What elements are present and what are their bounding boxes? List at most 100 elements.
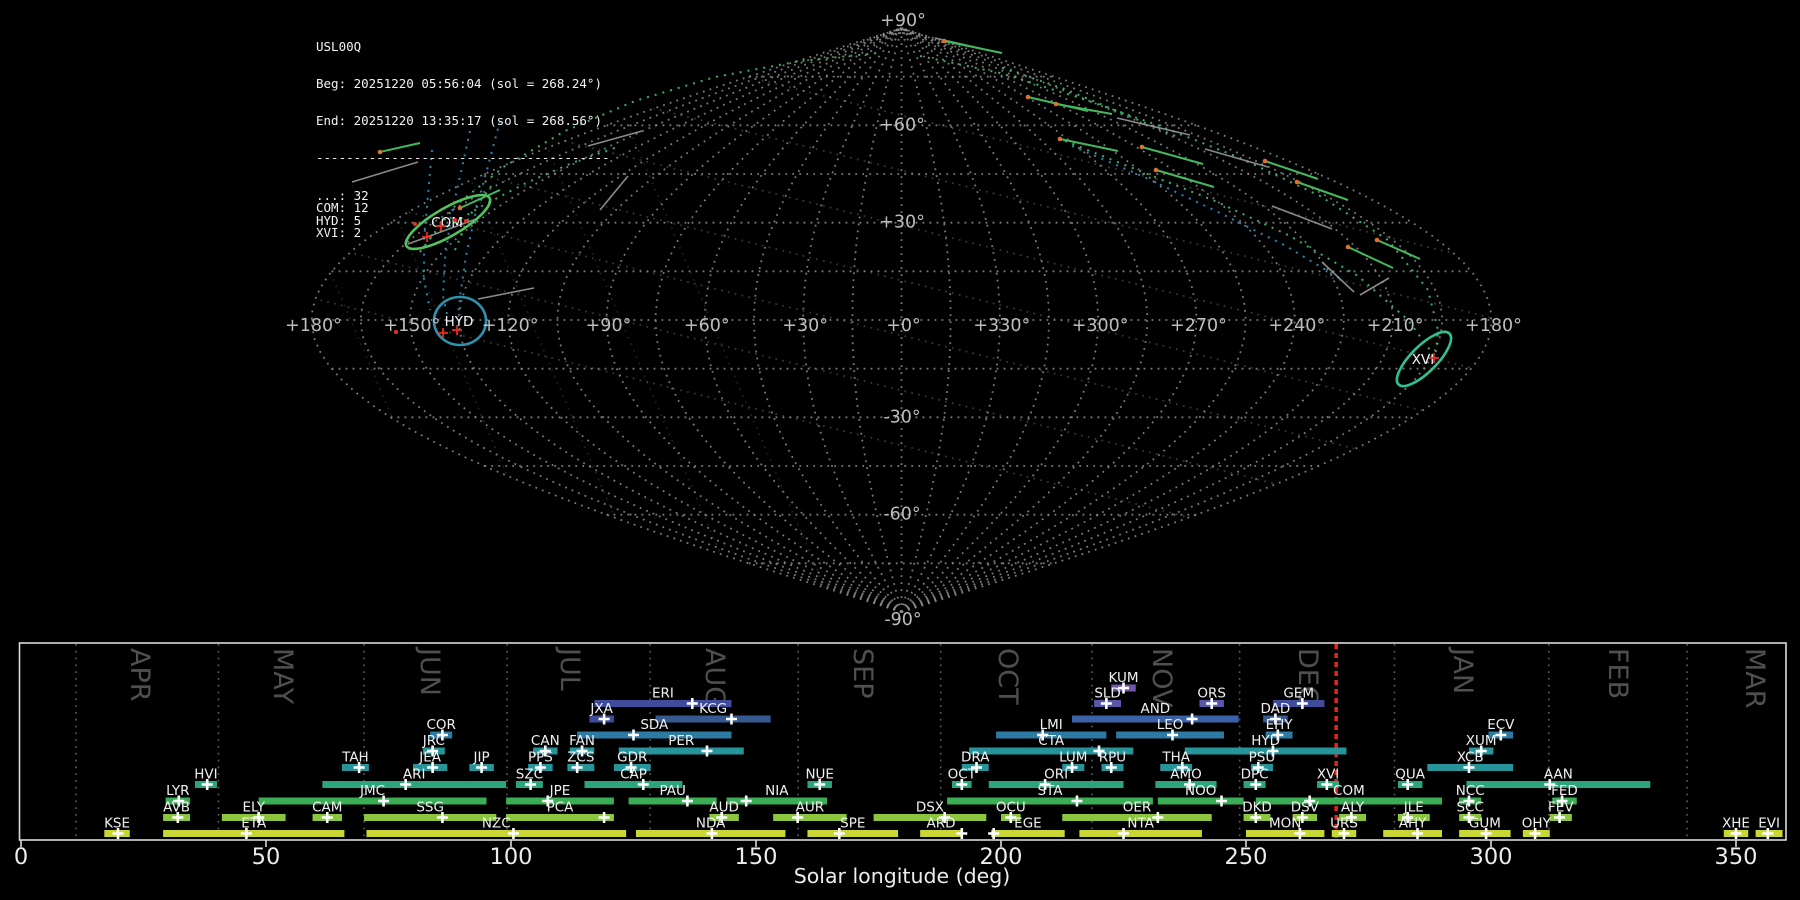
month-label-APR: APR (124, 648, 155, 702)
shower-label-NZC: NZC (482, 816, 511, 832)
grid-secondary-line (311, 239, 1492, 541)
month-label-JUN: JUN (414, 646, 445, 696)
shower-label-PPS: PPS (528, 750, 553, 766)
shower-label-LYR: LYR (166, 783, 189, 799)
month-label-FEB: FEB (1602, 648, 1633, 699)
shower-label-CAN: CAN (531, 733, 560, 749)
activity-timeline: APR MAY JUN JUL AUG SEP OCT NOV DEC JAN FEB MARKUME… (14, 642, 1787, 888)
map-coordinate-label: +150° (383, 316, 440, 336)
shower-label-OCU: OCU (996, 800, 1026, 816)
shower-label-SLD: SLD (1094, 686, 1121, 702)
x-axis-title: Solar longitude (deg) (794, 864, 1011, 888)
shower-label-GDR: GDR (617, 750, 647, 766)
shower-label-EVI: EVI (1758, 816, 1780, 832)
shower-label-PSU: PSU (1249, 750, 1276, 766)
shower-label-ELY: ELY (242, 800, 265, 816)
shower-label-XVI: XVI (1317, 767, 1339, 783)
shower-label-AHY: AHY (1399, 816, 1427, 832)
map-coordinate-label: +30° (782, 316, 828, 336)
observation-info-box: USL00Q Beg: 20251220 05:56:04 (sol = 268… (316, 16, 610, 264)
shower-label-OCT: OCT (948, 767, 977, 783)
shower-label-JXA: JXA (589, 701, 613, 717)
shower-label-OER: OER (1123, 800, 1152, 816)
trail-head-dot (1262, 158, 1268, 164)
shower-label-JLE: JLE (1403, 800, 1424, 816)
x-tick-label-300: 300 (1470, 844, 1513, 870)
shower-label-KUM: KUM (1108, 670, 1138, 686)
meteor-trail-gray (1271, 205, 1333, 230)
map-coordinate-label: +120° (482, 316, 539, 336)
separator-line: --------------------------------------- (316, 150, 610, 166)
shower-label-CAM: CAM (312, 800, 342, 816)
shower-label-AUD: AUD (709, 800, 739, 816)
x-tick-label-0: 0 (14, 844, 28, 870)
month-label-SEP: SEP (847, 648, 878, 698)
map-coordinate-label: +30° (879, 213, 925, 233)
shower-label-KCG: KCG (699, 701, 727, 717)
meteor-trail-gray (477, 287, 535, 300)
map-coordinate-label: +300° (1072, 316, 1129, 336)
shower-label-ARI: ARI (403, 767, 426, 783)
shower-label-ZCS: ZCS (567, 750, 594, 766)
shower-label-FED: FED (1551, 783, 1578, 799)
map-coordinate-label: -30° (883, 407, 920, 427)
shower-peak-ERI (686, 698, 698, 709)
shower-label-XHE: XHE (1722, 816, 1750, 832)
shower-label-FAN: FAN (569, 733, 595, 749)
shower-label-GEM: GEM (1283, 686, 1314, 702)
shower-label-EGE: EGE (1014, 816, 1042, 832)
x-tick-label-350: 350 (1715, 844, 1758, 870)
drift-track-green (919, 55, 1440, 353)
shower-label-AND: AND (1140, 701, 1170, 717)
count-line-XVI: XVI: 2 (316, 224, 362, 240)
shower-label-PER: PER (668, 733, 694, 749)
shower-peak-SDA (628, 729, 639, 741)
shower-label-CAP: CAP (620, 767, 647, 783)
meteor-trail-green (1264, 160, 1319, 180)
shower-peak-STA (1071, 795, 1083, 807)
shower-label-ERI: ERI (652, 686, 674, 702)
shower-label-QUA: QUA (1395, 767, 1426, 783)
shower-label-JIP: JIP (473, 750, 490, 766)
trail-head-dot (1139, 144, 1145, 150)
shower-label-TAH: TAH (341, 750, 369, 766)
shower-peak-PER (701, 745, 713, 757)
shower-label-ALY: ALY (1341, 800, 1365, 816)
shower-label-CTA: CTA (1038, 733, 1065, 749)
trail-head-dot (941, 38, 947, 44)
trail-head-dot (1294, 179, 1300, 185)
map-coordinate-label: +240° (1268, 316, 1325, 336)
sky-map: COMHYDXVI+90°-90°+60°+30°-30°-60°+180° +1… (60, 11, 1522, 630)
shower-peak-OER (1152, 812, 1164, 823)
shower-label-URS: URS (1330, 816, 1358, 832)
shower-peak-AND (1186, 713, 1198, 725)
shower-peak-KCG (726, 713, 737, 725)
shower-label-COR: COR (426, 717, 455, 733)
meteor-trail-green (1055, 103, 1113, 115)
shower-label-XCB: XCB (1457, 750, 1484, 766)
month-label-AUG: AUG (699, 648, 730, 707)
month-label-MAR: MAR (1739, 648, 1770, 709)
sky-map-and-timeline-plot: COM HYD XVI +90° -90° +60° +30° -30° -60° +180° +1… (14, 11, 1787, 888)
meteor-trail-gray (1116, 117, 1191, 136)
trail-head-dot (1345, 244, 1351, 250)
shower-label-NUE: NUE (805, 767, 834, 783)
map-coordinate-label: +90° (880, 11, 926, 31)
grid-secondary-line (60, 60, 290, 600)
map-coordinate-label: -90° (884, 610, 921, 630)
map-coordinate-label: +60° (684, 316, 730, 336)
shower-label-LUM: LUM (1059, 750, 1087, 766)
shower-label-DRA: DRA (961, 750, 990, 766)
shower-label-JEA: JEA (418, 750, 442, 766)
shower-label-DPC: DPC (1241, 767, 1269, 783)
shower-label-HYD: HYD (1251, 733, 1280, 749)
meteor-trail-green (1059, 138, 1119, 152)
shower-label-ETA: ETA (241, 816, 267, 832)
month-label-MAY: MAY (267, 648, 298, 705)
month-label-NOV: NOV (1146, 648, 1177, 708)
begin-time-line: Beg: 20251220 05:56:04 (sol = 268.24°) (316, 76, 602, 92)
shower-label-DSX: DSX (916, 800, 944, 816)
x-tick-label-100: 100 (490, 844, 533, 870)
map-coordinate-label: +0° (886, 316, 921, 336)
radiant-label-HYD: HYD (445, 314, 474, 330)
